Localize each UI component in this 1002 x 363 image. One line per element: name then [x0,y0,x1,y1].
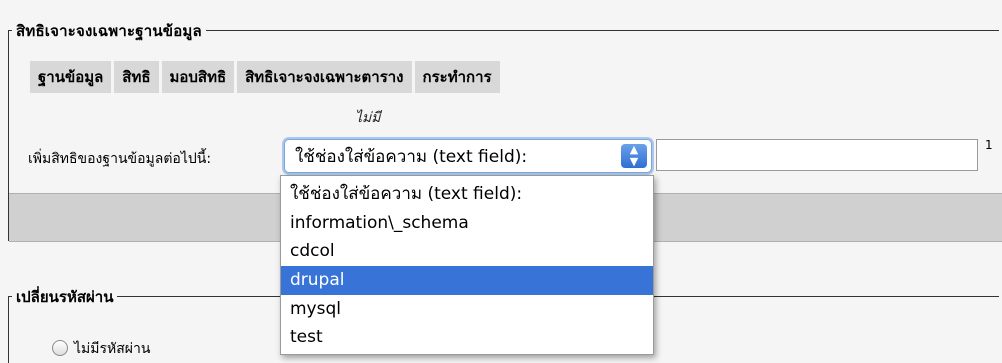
database-dropdown-list: ใช้ช่องใส่ข้อความ (text field): informat… [280,175,654,355]
col-grant[interactable]: มอบสิทธิ [161,61,235,93]
col-action[interactable]: กระทำการ [414,61,500,93]
database-text-field[interactable] [656,139,978,171]
add-db-privileges-label: เพิ่มสิทธิของฐานข้อมูลต่อไปนี้: [28,151,212,167]
dropdown-option[interactable]: ใช้ช่องใส่ข้อความ (text field): [281,180,653,209]
privileges-table-header: ฐานข้อมูล สิทธิ มอบสิทธิ สิทธิเจาะจงเฉพา… [30,61,503,93]
dropdown-option[interactable]: test [281,323,653,352]
col-privileges[interactable]: สิทธิ [114,61,159,93]
dropdown-option[interactable]: information\_schema [281,209,653,238]
footnote-marker: 1 [985,138,993,152]
database-select-value: ใช้ช่องใส่ข้อความ (text field): [295,146,528,167]
col-table-privileges[interactable]: สิทธิเจาะจงเฉพาะตาราง [237,61,412,93]
dropdown-option[interactable]: mysql [281,295,653,324]
database-select[interactable]: ใช้ช่องใส่ข้อความ (text field): ▲ ▼ [284,139,652,173]
no-password-label: ไม่มีรหัสผ่าน [74,341,151,357]
empty-row-text: ไม่มี [355,110,381,126]
col-database[interactable]: ฐานข้อมูล [30,61,112,93]
no-password-radio[interactable] [52,340,68,356]
dropdown-option[interactable]: cdcol [281,237,653,266]
change-password-legend: เปลี่ยนรหัสผ่าน [12,285,118,309]
select-stepper-icon: ▲ ▼ [621,144,647,168]
db-privileges-legend: สิทธิเจาะจงเฉพาะฐานข้อมูล [12,19,206,43]
dropdown-option-highlighted[interactable]: drupal [281,266,653,295]
